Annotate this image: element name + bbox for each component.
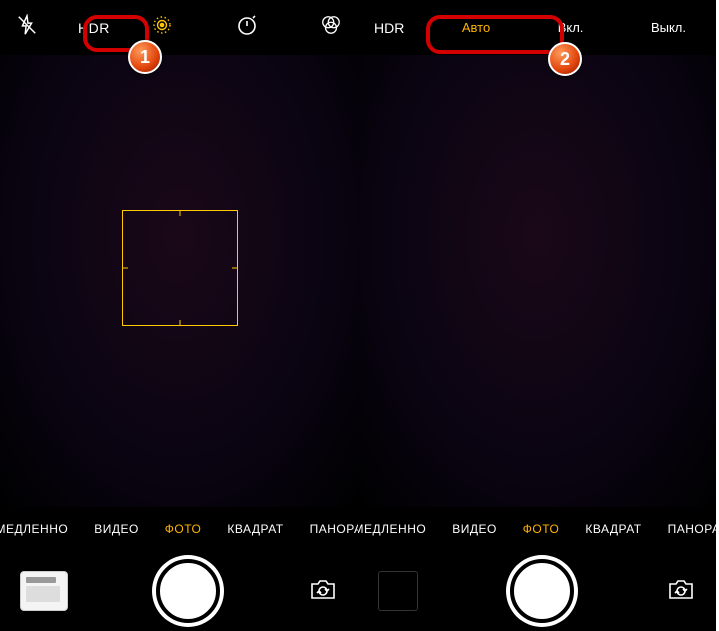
mode-photo[interactable]: ФОТО — [523, 522, 560, 536]
hdr-options-bar: HDR Авто Вкл. Выкл. — [358, 0, 716, 55]
switch-camera-icon[interactable] — [666, 576, 696, 607]
timer-icon[interactable] — [235, 13, 259, 42]
shutter-button[interactable] — [156, 559, 220, 623]
live-photo-icon[interactable] — [150, 13, 174, 42]
hdr-option-off[interactable]: Выкл. — [637, 14, 700, 41]
filters-icon[interactable] — [320, 14, 342, 41]
top-bar-left-group: HDR — [16, 13, 174, 42]
switch-camera-icon[interactable] — [308, 576, 338, 607]
focus-indicator — [122, 210, 238, 326]
hdr-button[interactable]: HDR — [66, 14, 122, 42]
camera-viewfinder[interactable] — [358, 55, 716, 507]
camera-mode-strip[interactable]: МЕДЛЕННО ВИДЕО ФОТО КВАДРАТ ПАНОРА — [0, 507, 358, 551]
phone-screen-right: HDR Авто Вкл. Выкл. МЕДЛЕННО ВИДЕО ФОТО … — [358, 0, 716, 631]
camera-top-bar: HDR — [0, 0, 358, 55]
mode-slomo[interactable]: МЕДЛЕННО — [0, 522, 68, 536]
mode-square[interactable]: КВАДРАТ — [585, 522, 641, 536]
shutter-button[interactable] — [510, 559, 574, 623]
mode-video[interactable]: ВИДЕО — [452, 522, 497, 536]
flash-off-icon[interactable] — [16, 14, 38, 41]
hdr-label: HDR — [374, 20, 408, 36]
camera-bottom-bar — [0, 551, 358, 631]
mode-pano[interactable]: ПАНОРА — [310, 522, 358, 536]
mode-square[interactable]: КВАДРАТ — [227, 522, 283, 536]
hdr-option-on[interactable]: Вкл. — [544, 14, 598, 41]
mode-slomo[interactable]: МЕДЛЕННО — [358, 522, 426, 536]
mode-pano[interactable]: ПАНОРА — [668, 522, 716, 536]
camera-viewfinder[interactable] — [0, 55, 358, 507]
mode-photo[interactable]: ФОТО — [165, 522, 202, 536]
last-photo-thumbnail[interactable] — [20, 571, 68, 611]
camera-mode-strip[interactable]: МЕДЛЕННО ВИДЕО ФОТО КВАДРАТ ПАНОРА — [358, 507, 716, 551]
last-photo-thumbnail[interactable] — [378, 571, 418, 611]
mode-video[interactable]: ВИДЕО — [94, 522, 139, 536]
camera-bottom-bar — [358, 551, 716, 631]
phone-screen-left: HDR — [0, 0, 358, 631]
hdr-option-auto[interactable]: Авто — [448, 14, 504, 41]
